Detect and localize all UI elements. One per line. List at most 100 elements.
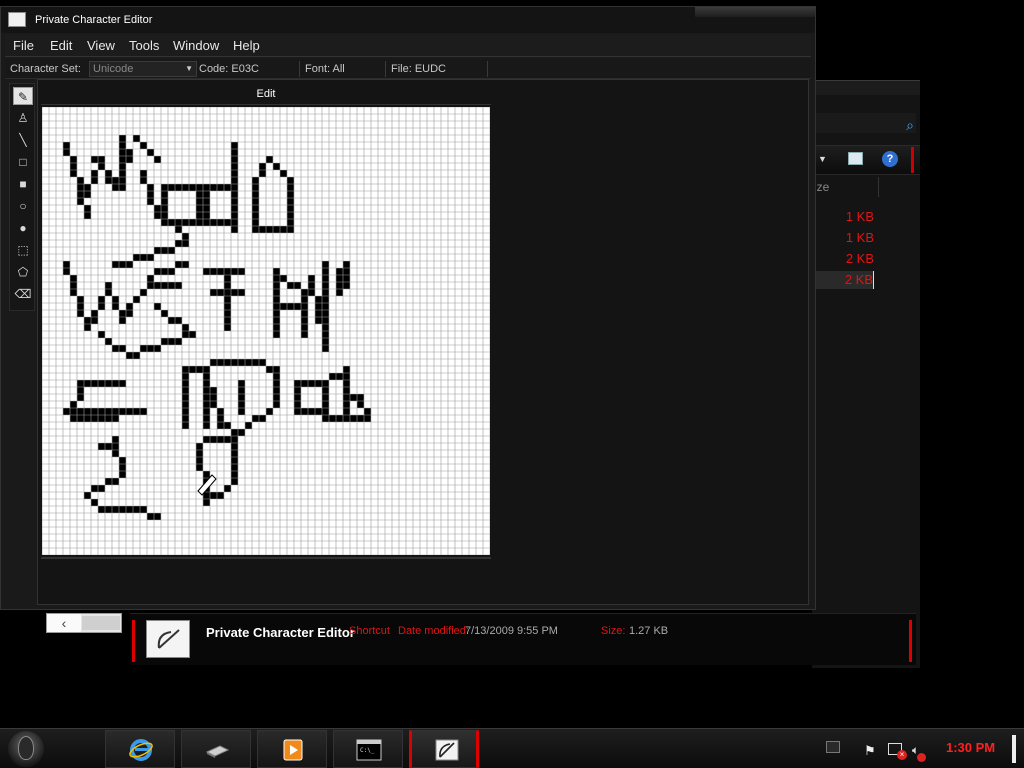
chevron-down-icon[interactable]: ▼: [185, 62, 193, 76]
filled-pixel[interactable]: [133, 506, 140, 513]
filled-pixel[interactable]: [105, 506, 112, 513]
filled-pixel[interactable]: [182, 380, 189, 387]
filled-pixel[interactable]: [231, 478, 238, 485]
filled-pixel[interactable]: [126, 156, 133, 163]
filled-pixel[interactable]: [182, 394, 189, 401]
filled-pixel[interactable]: [210, 394, 217, 401]
filled-pixel[interactable]: [343, 275, 350, 282]
filled-pixel[interactable]: [301, 317, 308, 324]
filled-pixel[interactable]: [77, 394, 84, 401]
filled-pixel[interactable]: [224, 296, 231, 303]
filled-pixel[interactable]: [175, 226, 182, 233]
filled-pixel[interactable]: [224, 310, 231, 317]
explorer-search-box[interactable]: [812, 113, 916, 133]
filled-pixel[interactable]: [119, 163, 126, 170]
filled-pixel[interactable]: [147, 198, 154, 205]
filled-pixel[interactable]: [322, 282, 329, 289]
filled-pixel[interactable]: [210, 359, 217, 366]
filled-pixel[interactable]: [231, 359, 238, 366]
filled-pixel[interactable]: [105, 338, 112, 345]
filled-pixel[interactable]: [161, 310, 168, 317]
network-taskbar-button[interactable]: [181, 730, 251, 768]
filled-pixel[interactable]: [105, 415, 112, 422]
filled-pixel[interactable]: [238, 380, 245, 387]
filled-pixel[interactable]: [154, 268, 161, 275]
filled-pixel[interactable]: [182, 408, 189, 415]
filled-pixel[interactable]: [182, 373, 189, 380]
filled-pixel[interactable]: [77, 303, 84, 310]
filled-pixel[interactable]: [308, 289, 315, 296]
filled-pixel[interactable]: [133, 135, 140, 142]
filled-pixel[interactable]: [112, 478, 119, 485]
filled-pixel[interactable]: [294, 380, 301, 387]
filled-pixel[interactable]: [203, 499, 210, 506]
filled-pixel[interactable]: [182, 240, 189, 247]
internet-explorer-taskbar-button[interactable]: [105, 730, 175, 768]
filled-pixel[interactable]: [231, 268, 238, 275]
filled-pixel[interactable]: [112, 415, 119, 422]
filled-pixel[interactable]: [203, 380, 210, 387]
filled-pixel[interactable]: [119, 184, 126, 191]
filled-pixel[interactable]: [238, 387, 245, 394]
filled-pixel[interactable]: [231, 436, 238, 443]
filled-pixel[interactable]: [273, 275, 280, 282]
filled-pixel[interactable]: [119, 310, 126, 317]
filled-pixel[interactable]: [301, 324, 308, 331]
filled-pixel[interactable]: [273, 387, 280, 394]
filled-pixel[interactable]: [140, 142, 147, 149]
filled-pixel[interactable]: [273, 282, 280, 289]
filled-pixel[interactable]: [182, 415, 189, 422]
filled-pixel[interactable]: [217, 492, 224, 499]
filled-pixel[interactable]: [231, 191, 238, 198]
filled-pixel[interactable]: [175, 240, 182, 247]
filled-pixel[interactable]: [336, 275, 343, 282]
filled-pixel[interactable]: [273, 163, 280, 170]
filled-pixel[interactable]: [357, 415, 364, 422]
filled-pixel[interactable]: [119, 457, 126, 464]
filled-pixel[interactable]: [140, 254, 147, 261]
filled-pixel[interactable]: [301, 331, 308, 338]
menu-window[interactable]: Window: [173, 38, 219, 53]
filled-pixel[interactable]: [119, 380, 126, 387]
filled-pixel[interactable]: [161, 205, 168, 212]
filled-pixel[interactable]: [238, 401, 245, 408]
filled-pixel[interactable]: [70, 408, 77, 415]
filled-pixel[interactable]: [133, 296, 140, 303]
filled-pixel[interactable]: [210, 289, 217, 296]
filled-pixel[interactable]: [322, 275, 329, 282]
filled-pixel[interactable]: [322, 345, 329, 352]
filled-pixel[interactable]: [203, 471, 210, 478]
filled-pixel[interactable]: [252, 226, 259, 233]
clock[interactable]: 1:30 PM: [946, 740, 995, 755]
filled-pixel[interactable]: [301, 380, 308, 387]
filled-pixel[interactable]: [140, 177, 147, 184]
filled-pixel[interactable]: [252, 212, 259, 219]
filled-pixel[interactable]: [154, 282, 161, 289]
filled-pixel[interactable]: [210, 268, 217, 275]
media-player-taskbar-button[interactable]: [257, 730, 327, 768]
filled-pixel[interactable]: [210, 492, 217, 499]
filled-pixel[interactable]: [273, 366, 280, 373]
filled-pixel[interactable]: [287, 191, 294, 198]
filled-pixel[interactable]: [98, 296, 105, 303]
filled-pixel[interactable]: [252, 184, 259, 191]
line-tool-icon[interactable]: ╲: [13, 131, 33, 149]
filled-pixel[interactable]: [343, 401, 350, 408]
filled-pixel[interactable]: [322, 401, 329, 408]
chevron-down-icon[interactable]: ▼: [818, 154, 827, 164]
filled-pixel[interactable]: [196, 205, 203, 212]
filled-pixel[interactable]: [98, 415, 105, 422]
filled-pixel[interactable]: [322, 380, 329, 387]
filled-pixel[interactable]: [112, 443, 119, 450]
filled-pixel[interactable]: [343, 373, 350, 380]
filled-pixel[interactable]: [315, 380, 322, 387]
network-status-icon[interactable]: ×: [888, 743, 907, 760]
filled-pixel[interactable]: [245, 422, 252, 429]
filled-pixel[interactable]: [224, 275, 231, 282]
filled-pixel[interactable]: [224, 436, 231, 443]
filled-pixel[interactable]: [147, 345, 154, 352]
filled-pixel[interactable]: [231, 443, 238, 450]
filled-pixel[interactable]: [77, 415, 84, 422]
filled-pixel[interactable]: [70, 282, 77, 289]
filled-pixel[interactable]: [294, 303, 301, 310]
